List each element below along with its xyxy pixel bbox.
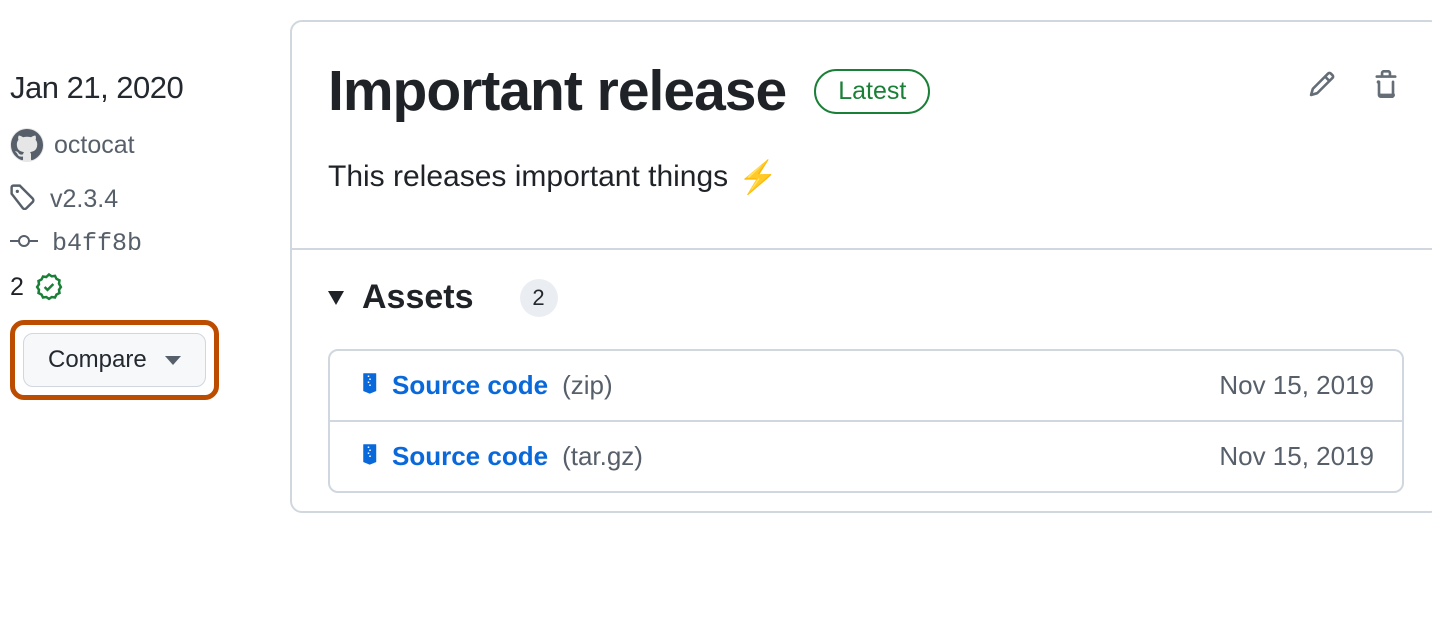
asset-row[interactable]: Source code (zip) Nov 15, 2019 (330, 351, 1402, 420)
author-name: octocat (54, 131, 135, 160)
delete-button[interactable] (1368, 66, 1404, 105)
zip-icon (358, 369, 382, 402)
release-title: Important release (328, 58, 786, 124)
asset-date: Nov 15, 2019 (1219, 370, 1374, 401)
assets-toggle[interactable]: Assets 2 (328, 278, 1404, 317)
verify-row[interactable]: 2 (10, 272, 270, 302)
assets-heading: Assets (362, 278, 474, 317)
release-panel: Important release Latest (290, 20, 1432, 513)
release-description: This releases important things ⚡ (292, 136, 1432, 248)
edit-button[interactable] (1304, 66, 1340, 105)
trash-icon (1372, 86, 1400, 101)
chevron-down-icon (165, 356, 181, 365)
asset-name: Source code (392, 441, 548, 472)
verified-icon (34, 272, 64, 302)
asset-row[interactable]: Source code (tar.gz) Nov 15, 2019 (330, 420, 1402, 491)
commit-icon (10, 231, 38, 256)
zip-icon (358, 440, 382, 473)
assets-section: Assets 2 Source code (zip) Nov 15, 2019 (292, 250, 1432, 511)
tag-icon (10, 184, 36, 215)
avatar (10, 128, 44, 162)
release-sidebar: Jan 21, 2020 octocat v2.3.4 (10, 20, 270, 513)
commit-sha: b4ff8b (52, 229, 142, 258)
asset-name: Source code (392, 370, 548, 401)
assets-list: Source code (zip) Nov 15, 2019 Source co… (328, 349, 1404, 493)
release-date: Jan 21, 2020 (10, 70, 270, 106)
verify-count: 2 (10, 273, 24, 302)
lightning-icon: ⚡ (738, 158, 778, 196)
description-text: This releases important things (328, 160, 728, 194)
latest-badge: Latest (814, 69, 930, 114)
compare-highlight: Compare (10, 320, 219, 400)
tag-row[interactable]: v2.3.4 (10, 184, 270, 215)
commit-row[interactable]: b4ff8b (10, 229, 270, 258)
compare-button[interactable]: Compare (23, 333, 206, 387)
asset-ext: (tar.gz) (562, 441, 643, 472)
asset-date: Nov 15, 2019 (1219, 441, 1374, 472)
asset-ext: (zip) (562, 370, 613, 401)
assets-count: 2 (520, 279, 558, 317)
compare-label: Compare (48, 346, 147, 374)
chevron-down-icon (328, 291, 344, 305)
tag-name: v2.3.4 (50, 185, 118, 214)
author-row[interactable]: octocat (10, 128, 270, 162)
pencil-icon (1308, 86, 1336, 101)
